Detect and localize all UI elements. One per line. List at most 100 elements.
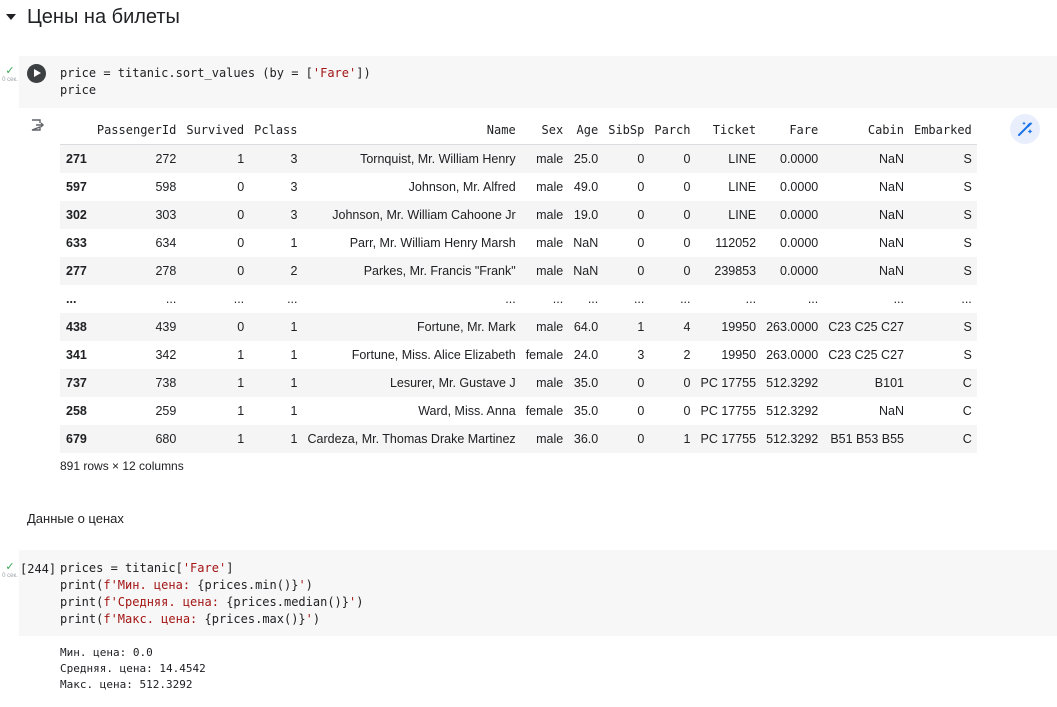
- table-cell: male: [520, 201, 569, 229]
- table-cell: male: [520, 313, 569, 341]
- table-cell: ...: [680, 292, 691, 306]
- code-token: price: [60, 83, 97, 97]
- table-row: .......................................: [60, 285, 977, 313]
- cell2-code[interactable]: prices = titanic['Fare'] print(f'Мин. цен…: [60, 560, 363, 628]
- table-cell: B51 B53 B55: [823, 425, 909, 453]
- table-cell: 0: [237, 236, 245, 250]
- column-header: Age: [568, 116, 604, 145]
- cell1-code[interactable]: price = titanic.sort_values (by = ['Fare…: [60, 65, 371, 99]
- table-cell: 0.0000: [761, 201, 824, 229]
- table-cell: C: [962, 404, 972, 418]
- table-row: 679 680 1 1 Cardeza, Mr. Thomas Drake Martin…: [60, 425, 977, 453]
- column-header: Pclass: [249, 116, 303, 145]
- table-cell: 1: [181, 369, 250, 397]
- table-cell: 36.0: [568, 425, 604, 453]
- table-cell: 598: [155, 180, 177, 194]
- cell2-status: ✓ 0 сек.: [2, 562, 18, 580]
- table-cell: Lesurer, Mr. Gustave J: [302, 369, 521, 397]
- table-cell: LINE: [695, 201, 762, 229]
- table-cell: NaN: [878, 180, 904, 194]
- table-cell: 3: [249, 144, 303, 173]
- table-cell: 0: [683, 236, 691, 250]
- table-cell: S: [908, 201, 977, 229]
- table-row: 277 278 0 2 Parkes, Mr. Francis "Frank" male N…: [60, 257, 977, 285]
- magic-wand-icon: [1018, 121, 1033, 136]
- table-cell: NaN: [823, 201, 909, 229]
- table-cell: C23 C25 C27: [828, 348, 904, 362]
- table-cell: 112052: [715, 236, 757, 250]
- section-header[interactable]: Цены на билеты: [0, 2, 180, 32]
- table-cell: 272: [91, 144, 182, 173]
- table-cell: male: [536, 180, 564, 194]
- run-button[interactable]: [27, 64, 46, 83]
- output-icon[interactable]: [30, 118, 44, 132]
- code-token: {prices.median()}: [226, 595, 350, 609]
- table-cell: 35.0: [573, 404, 599, 418]
- table-row: 438 439 0 1 Fortune, Mr. Mark male 64.0 1 4 19950…: [60, 313, 977, 341]
- code-string: f'Средняя. цена:: [103, 595, 227, 609]
- table-cell: 263.0000: [761, 313, 824, 341]
- code-token: prices = titanic[: [60, 561, 183, 575]
- table-cell: 1: [290, 236, 298, 250]
- table-cell: 1: [249, 425, 303, 453]
- table-cell: 24.0: [573, 348, 599, 362]
- table-cell: ...: [233, 292, 245, 306]
- table-cell: 512.3292: [766, 404, 819, 418]
- table-cell: Parkes, Mr. Francis "Frank": [302, 257, 521, 285]
- table-cell: 512.3292: [761, 425, 824, 453]
- table-cell: 0: [603, 144, 650, 173]
- table-cell: 3: [637, 348, 645, 362]
- row-index: 271: [60, 144, 92, 173]
- table-cell: 0: [683, 180, 691, 194]
- code-token: ]: [226, 561, 234, 575]
- table-cell: 0: [649, 369, 696, 397]
- code-line: print(f'Макс. цена: {prices.max()}'): [60, 611, 363, 628]
- table-cell: 0: [603, 425, 650, 453]
- table-cell: 0: [683, 404, 691, 418]
- column-header: Embarked: [908, 116, 977, 145]
- table-cell: 0: [181, 313, 250, 341]
- row-index: 302: [60, 201, 92, 229]
- table-cell: 512.3292: [761, 369, 824, 397]
- caret-down-icon[interactable]: [6, 14, 16, 20]
- table-row: 737 738 1 1 Lesurer, Mr. Gustave Jmale 35.0 0 0…: [60, 369, 977, 397]
- table-cell: 278: [91, 257, 182, 285]
- table-cell: Parr, Mr. William Henry Marsh: [349, 236, 516, 250]
- table-cell: 0: [237, 180, 245, 194]
- table-cell: 0: [603, 369, 650, 397]
- dataframe-shape: 891 rows × 12 columns: [60, 459, 184, 473]
- table-cell: 239853: [695, 257, 762, 285]
- table-cell: Fortune, Mr. Mark: [302, 313, 521, 341]
- table-cell: male: [520, 257, 569, 285]
- table-cell: 0: [649, 201, 696, 229]
- table-cell: S: [908, 144, 977, 173]
- cell1-status-text: 0 сек.: [2, 77, 18, 83]
- table-cell: 0.0000: [780, 180, 819, 194]
- row-index: 737: [60, 369, 92, 397]
- table-cell: female: [525, 348, 564, 362]
- table-cell: ...: [165, 292, 177, 306]
- table-cell: 0: [181, 257, 250, 285]
- markdown-text: Данные о ценах: [27, 511, 124, 526]
- code-token: ]): [356, 66, 371, 80]
- table-cell: 439: [91, 313, 182, 341]
- cell2-output: Мин. цена: 0.0 Средняя. цена: 14.4542 Макс…: [60, 645, 206, 693]
- dataframe-table: PassengerId Survived Pclass Name Sex Age SibSp…: [60, 116, 977, 453]
- table-cell: LINE: [728, 180, 757, 194]
- table-cell: ...: [287, 292, 298, 306]
- table-row: 341 342 1 1 Fortune, Miss. Alice Elizabeth fe…: [60, 341, 977, 369]
- table-cell: NaN: [573, 236, 599, 250]
- row-index: 258: [66, 404, 87, 418]
- table-cell: male: [520, 425, 569, 453]
- output-line: Средняя. цена: 14.4542: [60, 662, 206, 675]
- table-cell: LINE: [695, 144, 762, 173]
- table-cell: S: [963, 180, 972, 194]
- code-line: price = titanic.sort_values (by = ['Fare…: [60, 65, 371, 82]
- code-string: f'Мин. цена:: [103, 578, 198, 592]
- cell1-status: ✓ 0 сек.: [2, 66, 18, 84]
- table-cell: PC 17755: [695, 369, 762, 397]
- cell2-status-text: 0 сек.: [2, 573, 18, 579]
- table-cell: 680: [91, 425, 182, 453]
- table-row: 271 272 1 3 Tornquist, Mr. William Henry male…: [60, 144, 977, 173]
- magic-wand-button[interactable]: [1010, 114, 1040, 144]
